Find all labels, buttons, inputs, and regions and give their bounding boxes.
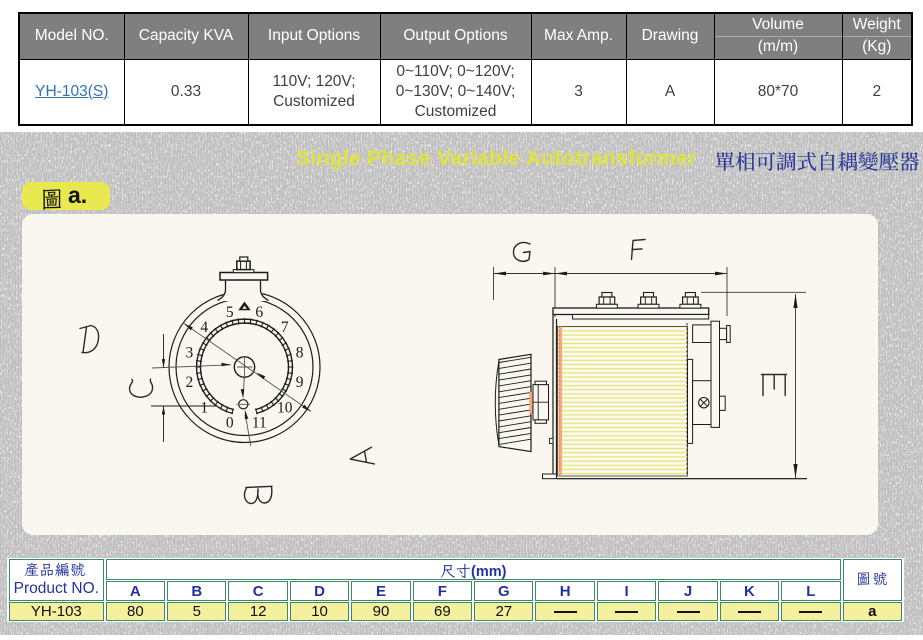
svg-text:4: 4	[200, 319, 208, 336]
svg-text:0: 0	[226, 414, 234, 431]
svg-text:8: 8	[296, 344, 304, 361]
svg-text:3: 3	[186, 344, 194, 361]
svg-text:10: 10	[277, 400, 293, 417]
svg-text:9: 9	[296, 374, 304, 391]
svg-text:1: 1	[200, 400, 208, 417]
svg-text:6: 6	[255, 304, 263, 321]
svg-text:5: 5	[226, 304, 234, 321]
svg-text:7: 7	[281, 319, 289, 336]
svg-text:2: 2	[186, 374, 194, 391]
svg-text:11: 11	[252, 414, 267, 431]
